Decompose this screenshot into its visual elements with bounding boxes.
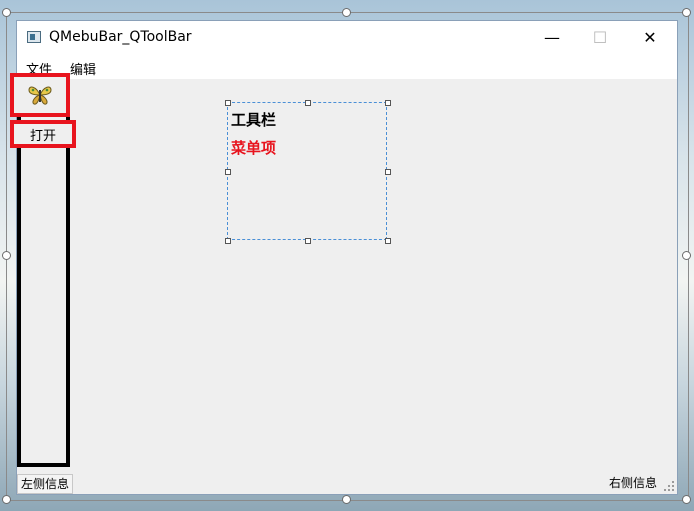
textbox-handle-middle-left[interactable]	[225, 169, 231, 175]
app-window: QMebuBar_QToolBar — ☐ ✕ 文件 编辑 打开 工具栏 菜单项…	[10, 20, 678, 495]
annotation-menu-item-label: 菜单项	[231, 139, 277, 157]
status-left-info: 左侧信息	[17, 474, 74, 494]
status-right-info: 右侧信息	[608, 476, 657, 490]
textbox-handle-middle-right[interactable]	[385, 169, 391, 175]
resize-handle-bottom-right[interactable]	[682, 495, 691, 504]
minimize-button[interactable]: —	[529, 23, 575, 53]
textbox-handle-top-right[interactable]	[385, 100, 391, 106]
textbox-handle-top-left[interactable]	[225, 100, 231, 106]
title-bar[interactable]: QMebuBar_QToolBar — ☐ ✕	[17, 21, 677, 55]
status-bar: 左侧信息 右侧信息	[17, 472, 677, 494]
maximize-button[interactable]: ☐	[577, 23, 623, 53]
toolbar-open-button[interactable]: 打开	[10, 120, 76, 148]
resize-handle-top-left[interactable]	[2, 8, 11, 17]
annotation-toolbar-label: 工具栏	[231, 111, 277, 129]
menu-edit[interactable]: 编辑	[70, 59, 96, 78]
resize-handle-top-center[interactable]	[342, 8, 351, 17]
close-button[interactable]: ✕	[627, 23, 673, 53]
resize-handle-middle-right[interactable]	[682, 251, 691, 260]
main-area: 打开 工具栏 菜单项 左侧信息 右侧信息	[10, 73, 677, 494]
close-icon: ✕	[643, 28, 657, 47]
maximize-icon: ☐	[592, 28, 608, 47]
butterfly-icon	[28, 86, 52, 105]
resize-handle-bottom-center[interactable]	[342, 495, 351, 504]
minimize-icon: —	[544, 28, 560, 47]
textbox-handle-bottom-center[interactable]	[305, 238, 311, 244]
resize-handle-middle-left[interactable]	[2, 251, 11, 260]
menu-bar: 文件 编辑	[17, 55, 677, 79]
textbox-handle-bottom-right[interactable]	[385, 238, 391, 244]
size-grip-icon[interactable]	[664, 481, 674, 491]
toolbar-butterfly-button[interactable]	[10, 73, 70, 117]
window-title: QMebuBar_QToolBar	[49, 29, 192, 45]
resize-handle-bottom-left[interactable]	[2, 495, 11, 504]
textbox-handle-bottom-left[interactable]	[225, 238, 231, 244]
open-label: 打开	[29, 128, 56, 144]
textbox-handle-top-center[interactable]	[305, 100, 311, 106]
resize-handle-top-right[interactable]	[682, 8, 691, 17]
app-icon	[27, 31, 41, 43]
annotation-textbox[interactable]: 工具栏 菜单项	[225, 100, 391, 244]
